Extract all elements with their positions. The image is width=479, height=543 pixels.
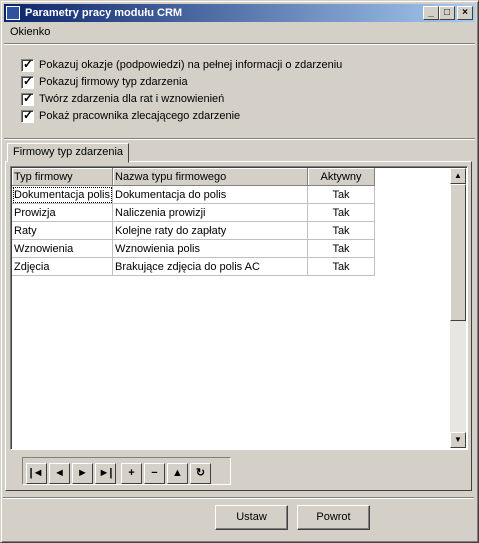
grid-cell[interactable]: Tak xyxy=(307,185,375,204)
vertical-scrollbar[interactable]: ▲ ▼ xyxy=(450,168,466,448)
tab-firmowy-typ-zdarzenia[interactable]: Firmowy typ zdarzenia xyxy=(7,143,130,163)
table-row[interactable]: Dokumentacja polis Dokumentacja do polis… xyxy=(12,185,375,204)
navigator-group: |◄ ◄ ► ►| + − ▲ ↻ xyxy=(22,457,231,485)
grid-cell[interactable]: Dokumentacja polis xyxy=(12,185,113,204)
minimize-button[interactable]: _ xyxy=(423,6,439,20)
column-header[interactable]: Aktywny xyxy=(307,168,375,186)
insert-record-icon[interactable]: + xyxy=(121,463,142,484)
grid-cell[interactable]: Brakujące zdjęcia do polis AC xyxy=(112,257,308,276)
grid-cell[interactable]: Naliczenia prowizji xyxy=(112,203,308,222)
menu-separator xyxy=(4,43,475,45)
column-header[interactable]: Typ firmowy xyxy=(12,168,113,186)
option-label: Pokazuj okazje (podpowiedzi) na pełnej i… xyxy=(39,59,343,71)
maximize-button[interactable]: □ xyxy=(439,6,455,20)
scroll-up-button[interactable]: ▲ xyxy=(450,168,466,184)
back-button[interactable]: Powrot xyxy=(297,505,370,530)
menu-bar: Okienko xyxy=(4,24,475,42)
check-icon: ✓ xyxy=(23,108,34,122)
edit-record-icon[interactable]: ▲ xyxy=(167,463,188,484)
table-row[interactable]: Wznowienia Wznowienia polis Tak xyxy=(12,239,375,258)
grid-cell[interactable]: Wznowienia polis xyxy=(112,239,308,258)
check-icon: ✓ xyxy=(23,57,34,71)
column-header[interactable]: Nazwa typu firmowego xyxy=(112,168,308,186)
navigator-bar: |◄ ◄ ► ►| + − ▲ ↻ xyxy=(10,453,468,487)
table-row[interactable]: Zdjęcia Brakujące zdjęcia do polis AC Ta… xyxy=(12,257,375,276)
delete-record-icon[interactable]: − xyxy=(144,463,165,484)
bottom-separator xyxy=(3,497,474,499)
check-icon: ✓ xyxy=(23,91,34,105)
window-title: Parametry pracy modułu CRM xyxy=(25,7,183,19)
grid-cell[interactable]: Kolejne raty do zapłaty xyxy=(112,221,308,240)
scroll-thumb[interactable] xyxy=(450,184,466,321)
close-button[interactable]: × xyxy=(457,6,473,20)
menu-okienko[interactable]: Okienko xyxy=(10,26,50,38)
data-grid[interactable]: Typ firmowy Nazwa typu firmowego Aktywny… xyxy=(10,166,468,450)
grid-header-row: Typ firmowy Nazwa typu firmowego Aktywny xyxy=(12,168,375,186)
table-row[interactable]: Prowizja Naliczenia prowizji Tak xyxy=(12,203,375,222)
grid-cell[interactable]: Tak xyxy=(307,257,375,276)
app-icon xyxy=(6,6,20,20)
title-bar[interactable]: Parametry pracy modułu CRM _ □ × xyxy=(4,4,475,22)
next-record-icon[interactable]: ► xyxy=(72,463,93,484)
scroll-down-button[interactable]: ▼ xyxy=(450,432,466,448)
options-separator xyxy=(4,138,475,140)
refresh-icon[interactable]: ↻ xyxy=(190,463,211,484)
option-label: Pokazuj firmowy typ zdarzenia xyxy=(39,76,188,88)
grid-cell[interactable]: Tak xyxy=(307,239,375,258)
grid-cell[interactable]: Zdjęcia xyxy=(12,257,113,276)
grid-cell[interactable]: Wznowienia xyxy=(12,239,113,258)
grid-cell[interactable]: Tak xyxy=(307,221,375,240)
checkbox[interactable]: ✓ xyxy=(21,91,34,106)
last-record-icon[interactable]: ►| xyxy=(95,463,116,484)
check-icon: ✓ xyxy=(23,74,34,88)
prior-record-icon[interactable]: ◄ xyxy=(49,463,70,484)
option-label: Twórz zdarzenia dla rat i wznowienień xyxy=(39,93,225,105)
table-row[interactable]: Raty Kolejne raty do zapłaty Tak xyxy=(12,221,375,240)
grid-cell[interactable]: Tak xyxy=(307,203,375,222)
checkbox[interactable]: ✓ xyxy=(21,57,34,72)
set-button[interactable]: Ustaw xyxy=(215,505,288,530)
grid-cell[interactable]: Dokumentacja do polis xyxy=(112,185,308,204)
checkbox[interactable]: ✓ xyxy=(21,108,34,123)
options-group: ✓ Pokazuj okazje (podpowiedzi) na pełnej… xyxy=(4,47,473,139)
first-record-icon[interactable]: |◄ xyxy=(26,463,47,484)
option-label: Pokaż pracownika zlecającego zdarzenie xyxy=(39,110,241,122)
grid-cell[interactable]: Raty xyxy=(12,221,113,240)
checkbox[interactable]: ✓ xyxy=(21,74,34,89)
grid-cell[interactable]: Prowizja xyxy=(12,203,113,222)
